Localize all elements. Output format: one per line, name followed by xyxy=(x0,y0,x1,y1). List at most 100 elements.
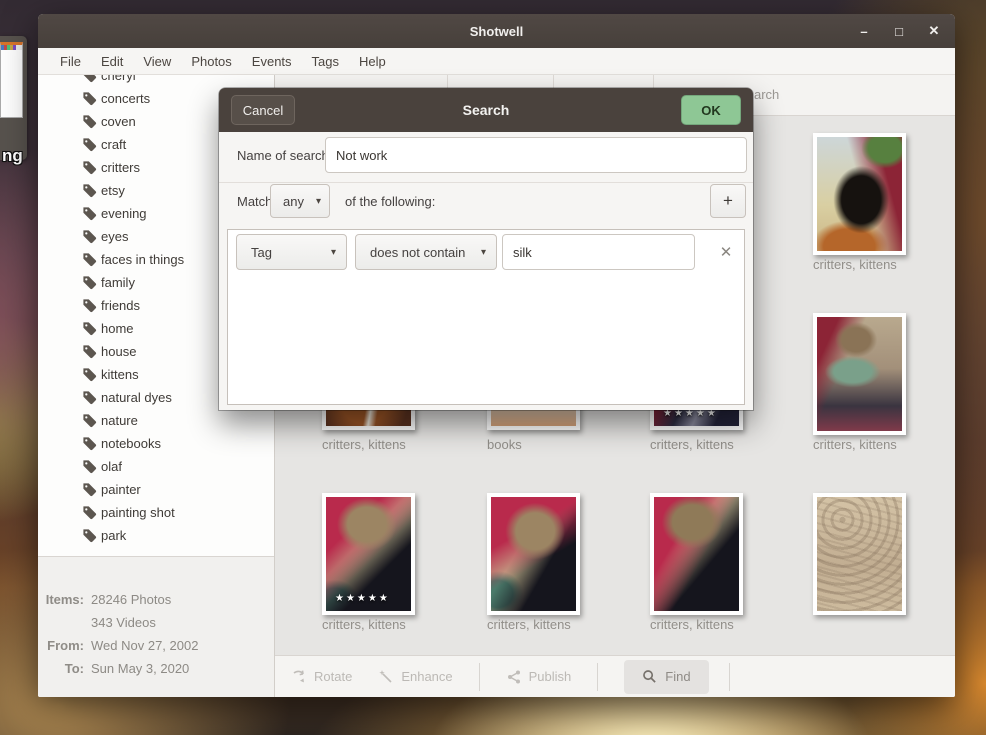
tag-row[interactable]: painting shot xyxy=(38,501,274,524)
photo-thumbnail[interactable] xyxy=(650,493,743,615)
match-type-dropdown[interactable]: any ▾ xyxy=(270,184,330,218)
tag-label: cheryl xyxy=(101,75,136,83)
tag-row[interactable]: park xyxy=(38,524,274,547)
magic-wand-icon xyxy=(378,669,394,685)
criterion-field-value: Tag xyxy=(251,245,272,260)
library-info-panel: Items:28246 Photos 343 Videos From:Wed N… xyxy=(38,557,274,680)
menu-item[interactable]: Tags xyxy=(302,50,349,73)
tag-icon xyxy=(82,321,97,336)
find-button[interactable]: Find xyxy=(624,660,708,694)
tag-label: family xyxy=(101,275,135,290)
desktop-shortcut[interactable]: ng xyxy=(0,36,27,160)
chevron-down-icon: ▾ xyxy=(316,196,321,207)
divider xyxy=(219,182,753,183)
maximize-button[interactable]: □ xyxy=(892,24,906,39)
tag-icon xyxy=(82,275,97,290)
tag-row[interactable]: painter xyxy=(38,478,274,501)
photo-caption: critters, kittens xyxy=(813,257,955,272)
menu-item[interactable]: Edit xyxy=(91,50,133,73)
menu-item[interactable]: Events xyxy=(242,50,302,73)
photo-caption: critters, kittens xyxy=(487,617,647,632)
criterion-field-dropdown[interactable]: Tag ▾ xyxy=(236,234,347,270)
photo-count: 28246 Photos xyxy=(91,592,171,607)
tag-row[interactable]: olaf xyxy=(38,455,274,478)
to-label: To: xyxy=(38,661,84,676)
menu-item[interactable]: Photos xyxy=(181,50,241,73)
tag-label: painting shot xyxy=(101,505,175,520)
photo-thumbnail[interactable] xyxy=(813,493,906,615)
match-type-value: any xyxy=(283,194,304,209)
criterion-value-input[interactable] xyxy=(502,234,695,270)
menu-item[interactable]: View xyxy=(133,50,181,73)
from-label: From: xyxy=(38,638,84,653)
tag-label: home xyxy=(101,321,134,336)
titlebar[interactable]: Shotwell – □ ✕ xyxy=(38,14,955,48)
close-button[interactable]: ✕ xyxy=(927,23,941,39)
tag-label: natural dyes xyxy=(101,390,172,405)
tag-icon xyxy=(82,436,97,451)
share-icon xyxy=(506,669,522,685)
window-title: Shotwell xyxy=(470,24,523,39)
tag-icon xyxy=(82,482,97,497)
photo-thumbnail[interactable] xyxy=(813,133,906,255)
tag-label: friends xyxy=(101,298,140,313)
menu-bar: FileEditViewPhotosEventsTagsHelp xyxy=(38,48,955,75)
tag-label: coven xyxy=(101,114,136,129)
toolbar-separator xyxy=(729,663,730,691)
bottom-toolbar: Rotate Enhance Publish Find xyxy=(275,655,955,697)
tag-icon xyxy=(82,344,97,359)
window-preview-toolbar xyxy=(1,45,22,50)
tag-icon xyxy=(82,137,97,152)
tag-icon xyxy=(82,298,97,313)
cancel-button[interactable]: Cancel xyxy=(231,95,295,125)
photo-thumbnail[interactable] xyxy=(813,313,906,435)
chevron-down-icon: ▾ xyxy=(331,247,336,258)
photo-thumbnail[interactable]: ★★★★★ xyxy=(322,493,415,615)
from-date: Wed Nov 27, 2002 xyxy=(91,638,198,653)
photo-caption: critters, kittens xyxy=(322,437,482,452)
tag-label: evening xyxy=(101,206,147,221)
tag-label: critters xyxy=(101,160,140,175)
tag-label: craft xyxy=(101,137,126,152)
window-controls: – □ ✕ xyxy=(857,14,941,48)
tag-label: concerts xyxy=(101,91,150,106)
tag-icon xyxy=(82,252,97,267)
enhance-label: Enhance xyxy=(401,669,452,684)
filter-search-input[interactable]: arch xyxy=(754,87,779,102)
menu-item[interactable]: Help xyxy=(349,50,396,73)
search-dialog: Search Cancel OK Name of search: Match a… xyxy=(219,88,753,410)
ok-button[interactable]: OK xyxy=(681,95,741,125)
tag-row[interactable]: notebooks xyxy=(38,432,274,455)
photo-caption: critters, kittens xyxy=(322,617,482,632)
enhance-button[interactable]: Enhance xyxy=(378,669,452,685)
star-rating: ★★★★★ xyxy=(335,593,390,604)
tag-icon xyxy=(82,229,97,244)
rotate-button[interactable]: Rotate xyxy=(291,669,352,685)
tag-label: house xyxy=(101,344,136,359)
photo-thumbnail[interactable] xyxy=(487,493,580,615)
remove-criterion-button[interactable]: ✕ xyxy=(712,234,740,270)
rotate-label: Rotate xyxy=(314,669,352,684)
minimize-button[interactable]: – xyxy=(857,24,871,39)
tag-icon xyxy=(82,413,97,428)
match-label: Match xyxy=(237,184,272,218)
criterion-operator-dropdown[interactable]: does not contain ▾ xyxy=(355,234,497,270)
tag-row[interactable]: cheryl xyxy=(38,75,274,87)
tag-icon xyxy=(82,505,97,520)
tag-label: painter xyxy=(101,482,141,497)
tag-row[interactable]: nature xyxy=(38,409,274,432)
tag-label: etsy xyxy=(101,183,125,198)
photo-caption: critters, kittens xyxy=(650,617,810,632)
search-name-input[interactable] xyxy=(325,137,747,173)
criteria-panel: Tag ▾ does not contain ▾ ✕ xyxy=(227,229,745,405)
tag-icon xyxy=(82,367,97,382)
add-criterion-button[interactable]: + xyxy=(710,184,746,218)
menu-item[interactable]: File xyxy=(50,50,91,73)
photo-caption: books xyxy=(487,437,647,452)
chevron-down-icon: ▾ xyxy=(481,247,486,258)
find-label: Find xyxy=(665,669,690,684)
tag-icon xyxy=(82,91,97,106)
tag-label: notebooks xyxy=(101,436,161,451)
publish-button[interactable]: Publish xyxy=(506,669,572,685)
match-suffix-label: of the following: xyxy=(345,184,435,218)
